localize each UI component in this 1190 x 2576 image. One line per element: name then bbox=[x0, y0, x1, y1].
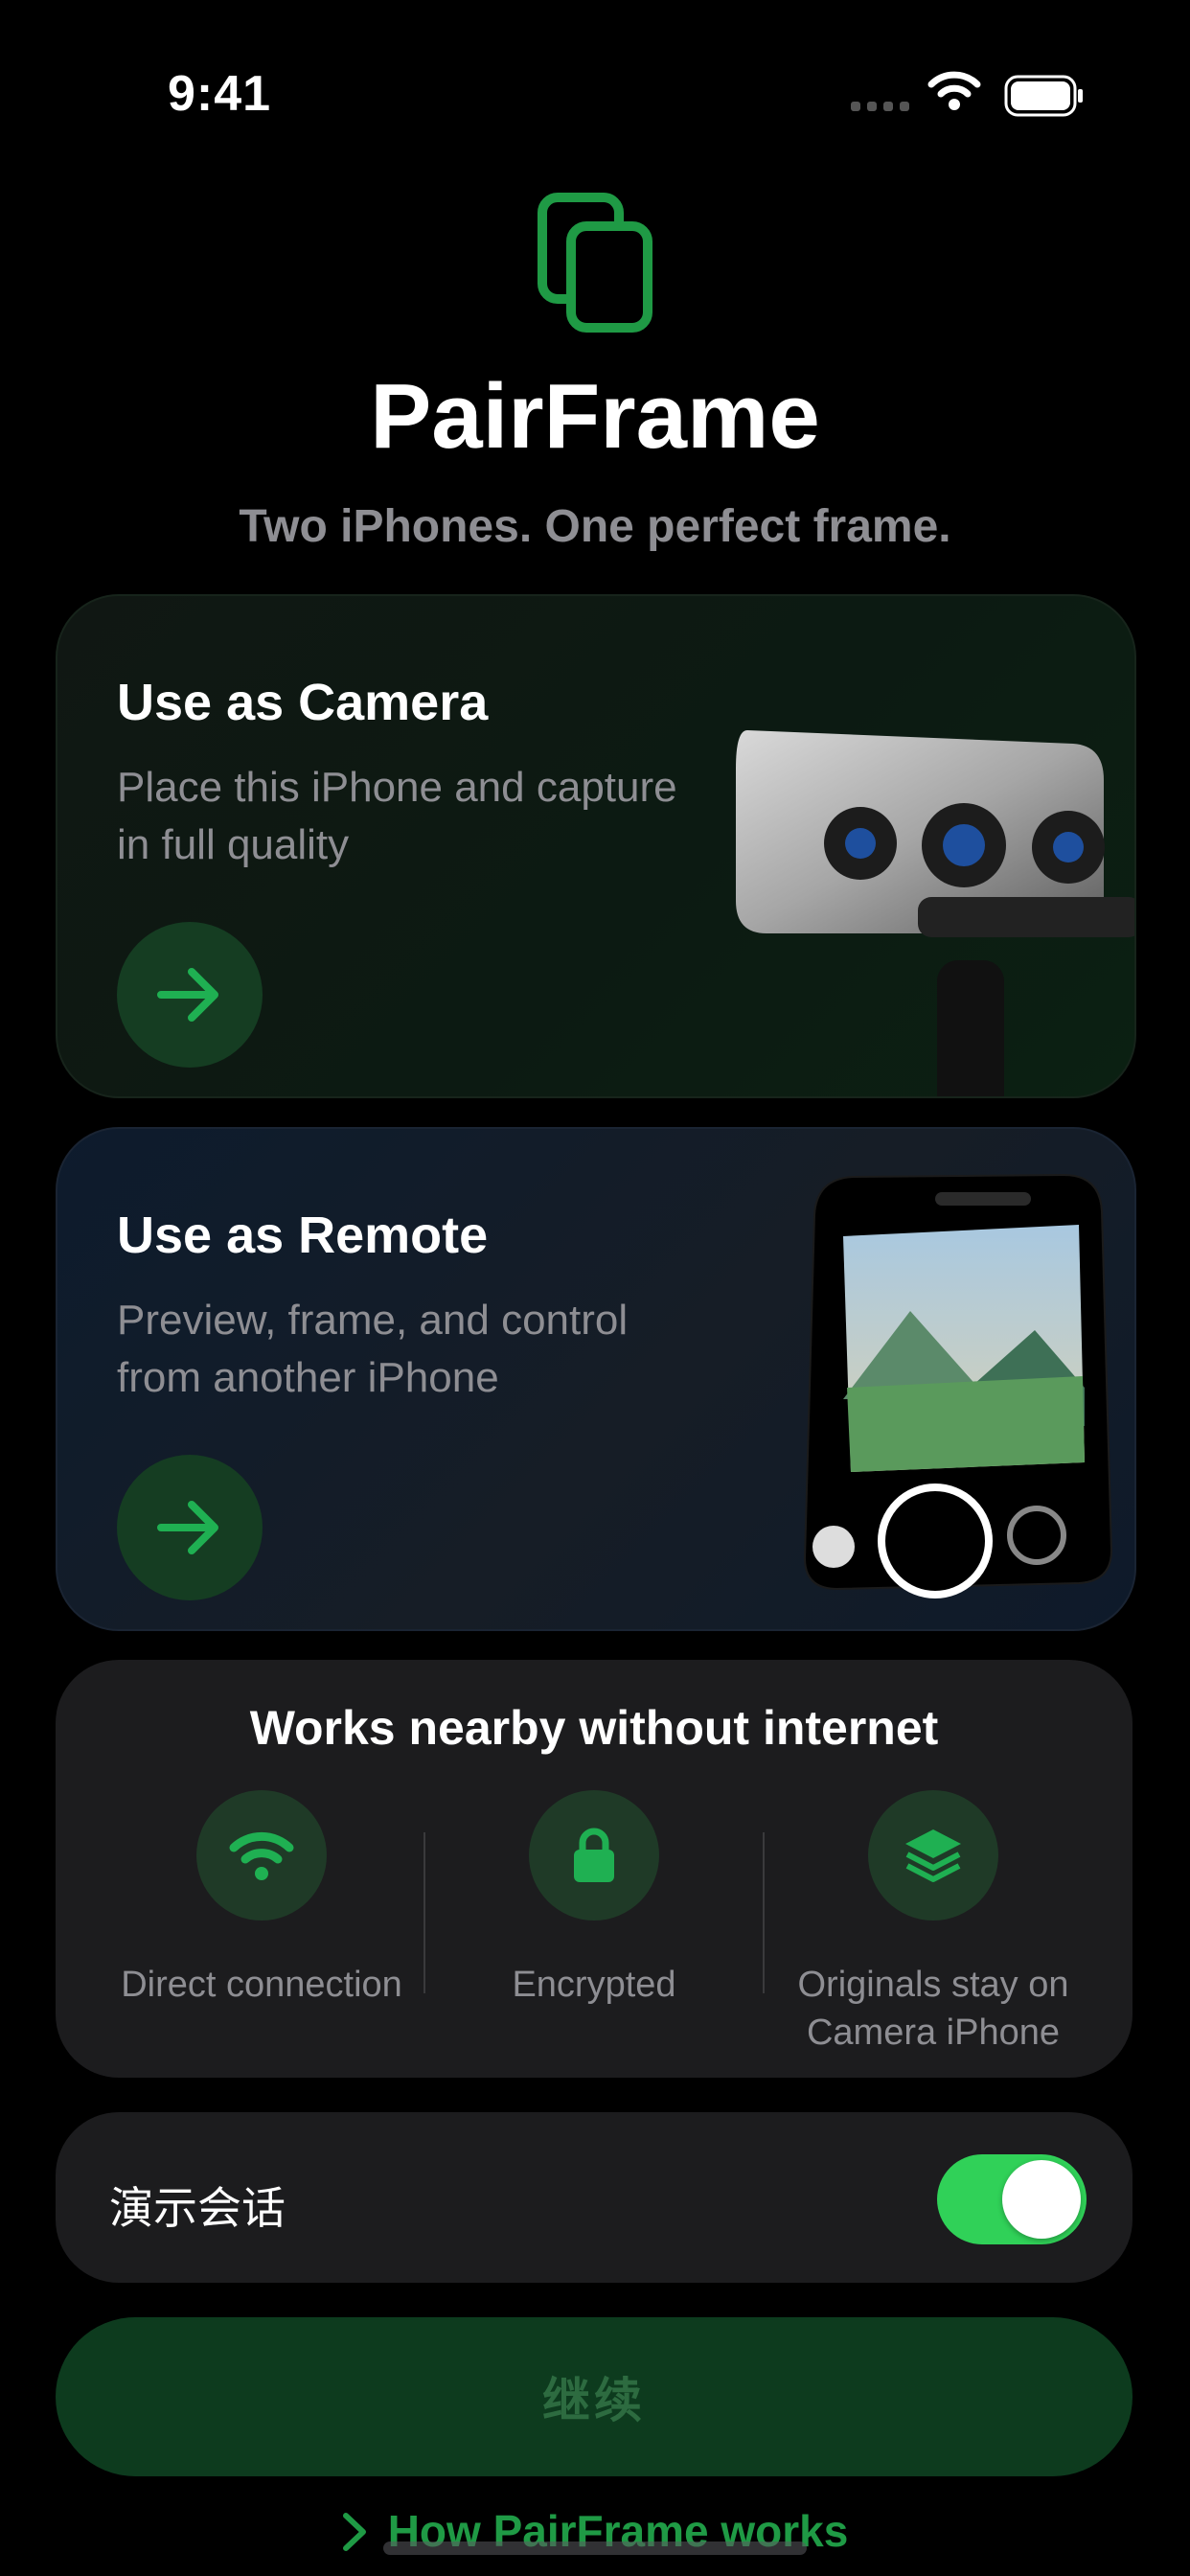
demo-session-row: 演示会话 bbox=[56, 2112, 1133, 2283]
status-time: 9:41 bbox=[168, 66, 272, 122]
card-title: Use as Remote bbox=[117, 1207, 489, 1264]
feature-icon-bg bbox=[196, 1790, 327, 1920]
demo-session-label: 演示会话 bbox=[109, 2183, 286, 2233]
continue-button[interactable]: 继续 bbox=[56, 2317, 1133, 2476]
info-title: Works nearby without internet bbox=[249, 1701, 939, 1755]
use-as-camera-card[interactable]: Use as Camera Place this iPhone and capt… bbox=[56, 594, 1136, 1098]
card-description: Preview, frame, and control from another… bbox=[117, 1297, 629, 1401]
app-title: PairFrame bbox=[370, 365, 820, 468]
feature-label: Encrypted bbox=[512, 1965, 676, 2005]
home-indicator[interactable] bbox=[383, 2542, 807, 2555]
camera-go-button[interactable] bbox=[117, 922, 263, 1068]
wifi-icon bbox=[229, 1831, 294, 1880]
feature-icon-bg bbox=[529, 1790, 659, 1920]
cellular-signal-icon bbox=[851, 102, 909, 111]
arrow-right-icon bbox=[157, 968, 218, 1022]
use-as-remote-card[interactable]: Use as Remote Preview, frame, and contro… bbox=[56, 1127, 1136, 1631]
feature-label: Originals stay on Camera iPhone bbox=[797, 1965, 1069, 2053]
camera-illustration bbox=[736, 730, 1134, 1096]
toggle-knob bbox=[1002, 2160, 1081, 2239]
chevron-right-icon bbox=[342, 2513, 366, 2551]
feature-direct-connection: Direct connection bbox=[84, 1790, 439, 2009]
offline-info-card: Works nearby without internet Direct con… bbox=[56, 1660, 1133, 2078]
arrow-right-icon bbox=[157, 1501, 218, 1554]
card-description: Place this iPhone and capture in full qu… bbox=[117, 764, 677, 868]
card-title: Use as Camera bbox=[117, 674, 489, 731]
pairframe-logo-icon bbox=[538, 193, 652, 333]
feature-originals: Originals stay on Camera iPhone bbox=[756, 1790, 1110, 2057]
tagline: Two iPhones. One perfect frame. bbox=[239, 501, 951, 552]
battery-icon bbox=[1004, 75, 1083, 117]
status-bar: 9:41 bbox=[0, 0, 1190, 192]
remote-go-button[interactable] bbox=[117, 1455, 263, 1600]
lock-icon bbox=[574, 1828, 614, 1882]
demo-session-toggle[interactable] bbox=[937, 2154, 1087, 2244]
layers-icon bbox=[905, 1829, 961, 1882]
wifi-status-icon bbox=[927, 71, 981, 110]
feature-icon-bg bbox=[868, 1790, 998, 1920]
remote-phone-illustration bbox=[803, 1173, 1113, 1598]
feature-encrypted: Encrypted bbox=[417, 1790, 771, 2009]
feature-label: Direct connection bbox=[121, 1965, 402, 2005]
